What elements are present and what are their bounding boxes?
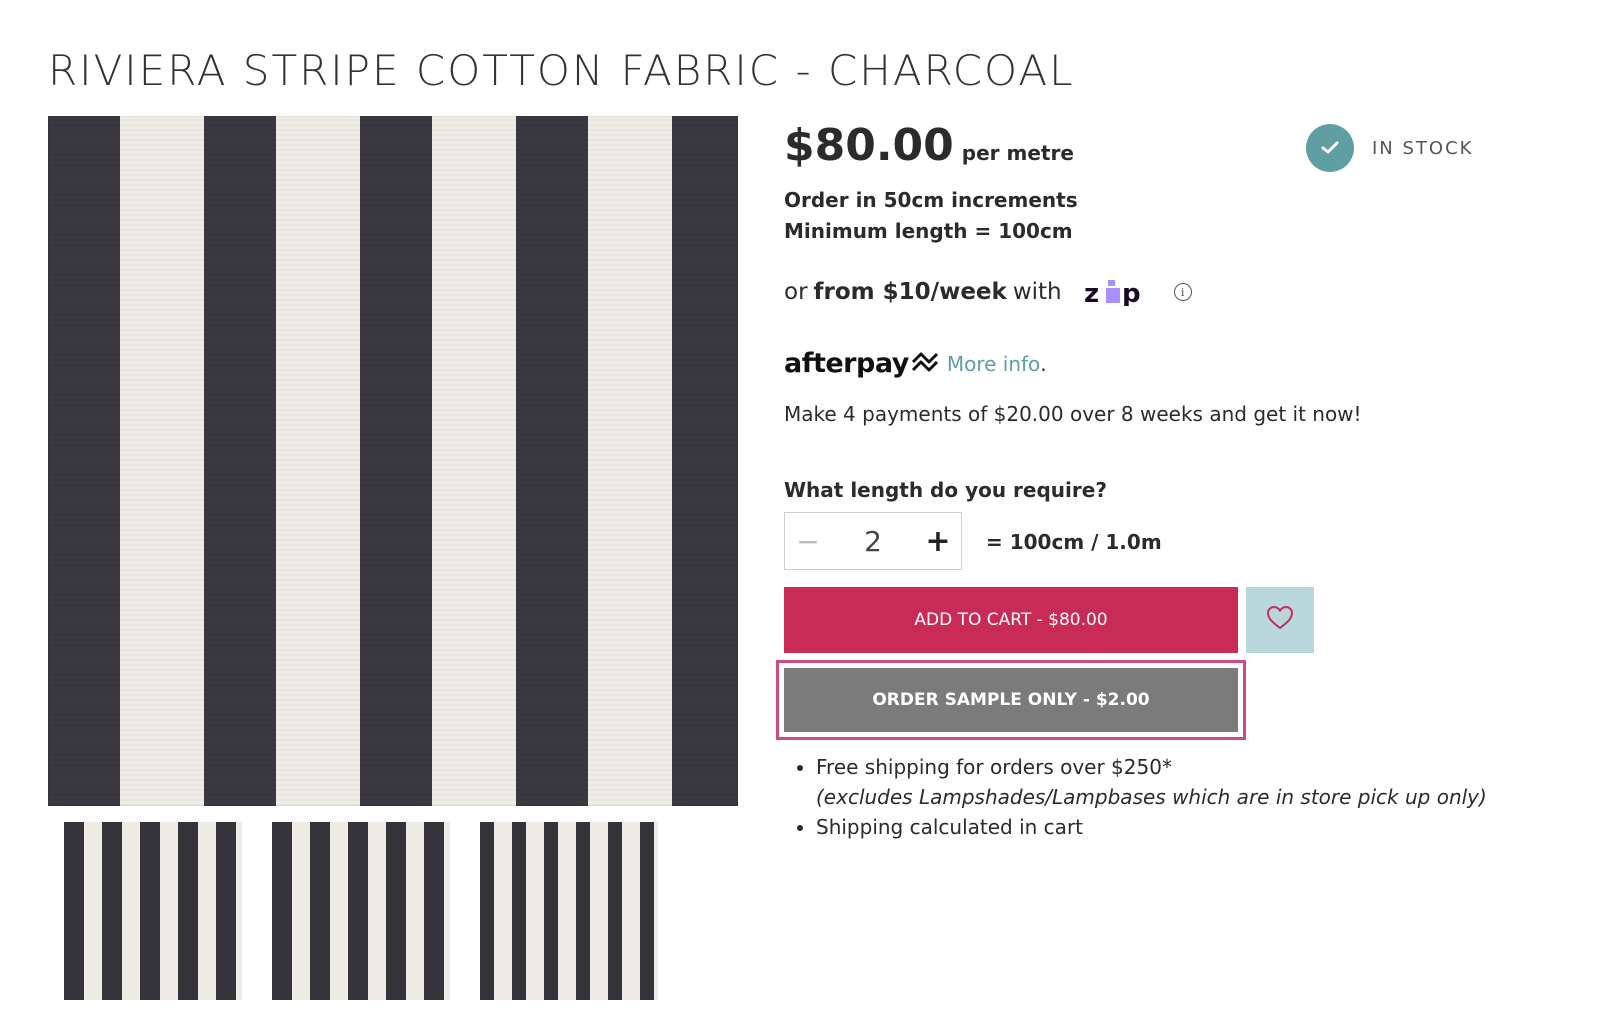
shipping-item-free: Free shipping for orders over $250* (exc… xyxy=(816,752,1487,812)
zip-logo: z p xyxy=(1084,278,1154,306)
product-thumbnail-3[interactable] xyxy=(480,822,658,1000)
order-increment-text: Order in 50cm increments xyxy=(784,188,1078,212)
stock-label: IN STOCK xyxy=(1372,137,1474,159)
product-thumbnail-2[interactable] xyxy=(272,822,450,1000)
afterpay-line: afterpay More info. xyxy=(784,348,1047,379)
zip-prefix: or xyxy=(784,279,808,305)
minimum-length-text: Minimum length = 100cm xyxy=(784,219,1073,243)
order-sample-button[interactable]: ORDER SAMPLE ONLY - $2.00 xyxy=(784,668,1238,732)
info-icon[interactable]: i xyxy=(1173,283,1192,301)
afterpay-arrows-icon xyxy=(909,349,941,379)
shipping-item-calculated: Shipping calculated in cart xyxy=(816,812,1487,842)
svg-text:p: p xyxy=(1122,279,1141,306)
length-equivalent: = 100cm / 1.0m xyxy=(986,530,1162,554)
add-to-cart-button[interactable]: ADD TO CART - $80.00 xyxy=(784,587,1238,653)
zip-suffix: with xyxy=(1012,279,1062,305)
decrease-button[interactable]: − xyxy=(785,525,831,558)
heart-icon xyxy=(1266,605,1294,635)
product-main-image[interactable] xyxy=(48,116,738,806)
quantity-input[interactable]: 2 xyxy=(831,525,915,558)
zip-payment-line: or from $10/week with z p i xyxy=(784,278,1192,306)
price-unit: per metre xyxy=(961,141,1074,165)
price-amount: $80.00 xyxy=(784,120,954,171)
check-icon xyxy=(1306,124,1354,172)
order-info: Order in 50cm increments Minimum length … xyxy=(784,185,1078,247)
afterpay-logo: afterpay xyxy=(784,348,909,379)
length-question: What length do you require? xyxy=(784,478,1107,502)
wishlist-button[interactable] xyxy=(1246,587,1314,653)
stock-status: IN STOCK xyxy=(1306,124,1473,172)
shipping-info: Free shipping for orders over $250* (exc… xyxy=(796,752,1487,842)
quantity-stepper[interactable]: − 2 + xyxy=(784,512,962,570)
free-shipping-text: Free shipping for orders over $250* xyxy=(816,755,1172,779)
afterpay-message: Make 4 payments of $20.00 over 8 weeks a… xyxy=(784,402,1362,426)
zip-amount: from $10/week xyxy=(813,279,1007,305)
afterpay-more-info-link[interactable]: More info xyxy=(947,352,1040,376)
afterpay-period: . xyxy=(1040,351,1047,376)
shipping-exclusion-note: (excludes Lampshades/Lampbases which are… xyxy=(816,785,1487,809)
svg-text:z: z xyxy=(1084,279,1099,306)
product-thumbnail-1[interactable] xyxy=(64,822,242,1000)
price-block: $80.00 per metre xyxy=(784,120,1074,171)
product-title: RIVIERA STRIPE COTTON FABRIC - CHARCOAL xyxy=(48,46,1075,96)
increase-button[interactable]: + xyxy=(915,524,961,559)
